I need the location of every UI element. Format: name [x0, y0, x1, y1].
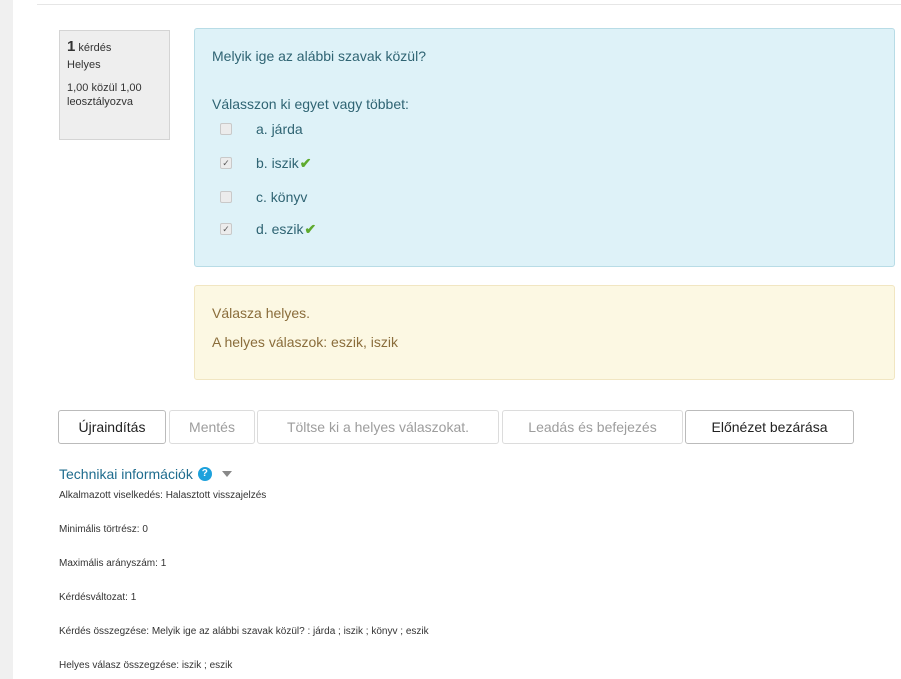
- answer-label: b. iszik: [256, 155, 299, 171]
- top-divider: [37, 4, 901, 5]
- save-button[interactable]: Mentés: [169, 410, 255, 444]
- answer-checkbox[interactable]: ✓: [220, 157, 232, 169]
- left-sidebar-strip: [0, 0, 13, 679]
- close-preview-button[interactable]: Előnézet bezárása: [685, 410, 854, 444]
- technical-info-heading[interactable]: Technikai információk ?: [59, 466, 232, 482]
- tech-info-line: Alkalmazott viselkedés: Halasztott vissz…: [59, 490, 267, 501]
- question-state: Helyes: [67, 59, 101, 71]
- question-grade: 1,00 közül 1,00 leosztályozva: [67, 82, 142, 108]
- fill-correct-button[interactable]: Töltse ki a helyes válaszokat.: [257, 410, 499, 444]
- correct-answers-text: A helyes válaszok: eszik, iszik: [212, 334, 398, 350]
- answer-option-b[interactable]: ✓ b. iszik ✔: [220, 154, 312, 172]
- tech-info-line: Minimális törtrész: 0: [59, 524, 148, 535]
- answer-checkbox[interactable]: [220, 123, 232, 135]
- restart-button[interactable]: Újraindítás: [58, 410, 166, 444]
- tech-info-line: Helyes válasz összegzése: iszik ; eszik: [59, 660, 233, 671]
- submit-finish-button[interactable]: Leadás és befejezés: [502, 410, 683, 444]
- answer-checkbox[interactable]: [220, 191, 232, 203]
- question-number: 1 kérdés: [67, 38, 112, 55]
- correct-check-icon: ✔: [304, 220, 317, 237]
- collapse-caret-icon[interactable]: [221, 471, 232, 477]
- tech-info-line: Maximális arányszám: 1: [59, 558, 167, 569]
- question-info-box: 1 kérdés Helyes 1,00 közül 1,00 leosztály…: [59, 30, 170, 140]
- answer-option-c[interactable]: c. könyv: [220, 188, 307, 206]
- answer-label: a. járda: [256, 121, 303, 137]
- tech-info-line: Kérdés összegzése: Melyik ige az alábbi …: [59, 626, 429, 637]
- technical-info-title[interactable]: Technikai információk: [59, 466, 193, 482]
- answer-prompt: Válasszon ki egyet vagy többet:: [212, 96, 409, 112]
- correct-check-icon: ✔: [299, 154, 312, 171]
- question-text: Melyik ige az alábbi szavak közül?: [212, 48, 426, 64]
- answer-checkbox[interactable]: ✓: [220, 223, 232, 235]
- feedback-result: Válasza helyes.: [212, 305, 311, 321]
- help-icon[interactable]: ?: [197, 467, 212, 481]
- answer-label: d. eszik: [256, 221, 304, 237]
- feedback-box: Válasza helyes. A helyes válaszok: eszik…: [194, 285, 895, 380]
- answer-option-a[interactable]: a. járda: [220, 120, 303, 138]
- answer-label: c. könyv: [256, 189, 308, 205]
- question-formulation: Melyik ige az alábbi szavak közül? Válas…: [194, 28, 895, 267]
- tech-info-line: Kérdésváltozat: 1: [59, 592, 137, 603]
- answer-option-d[interactable]: ✓ d. eszik ✔: [220, 220, 316, 238]
